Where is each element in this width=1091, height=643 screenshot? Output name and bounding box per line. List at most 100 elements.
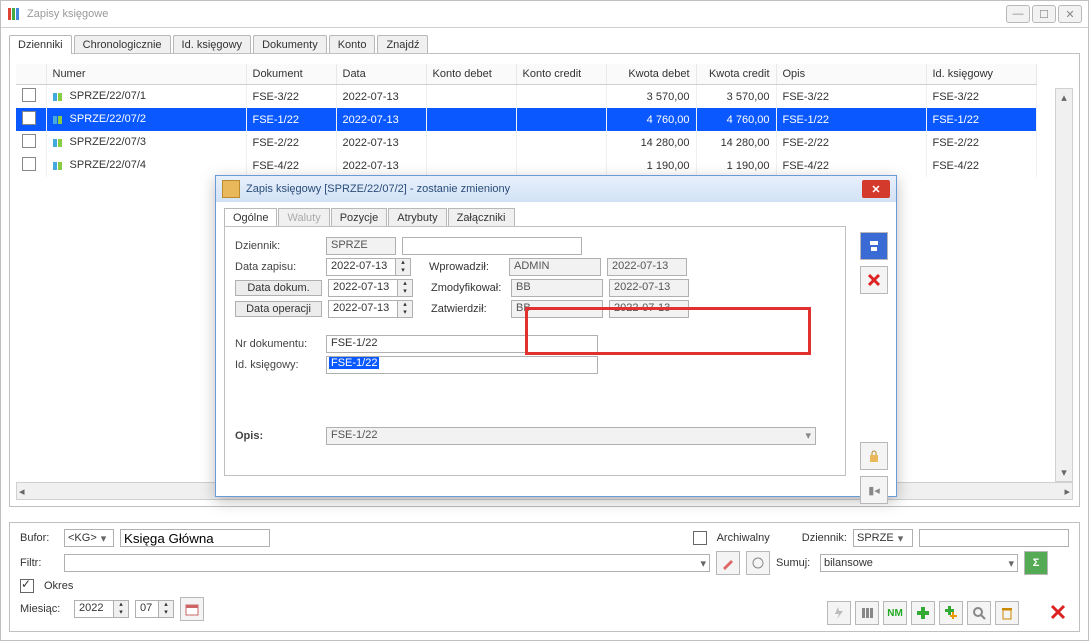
table-row[interactable]: SPRZE/22/07/1FSE-3/222022-07-133 570,003…	[16, 85, 1036, 109]
archiwalny-checkbox[interactable]	[693, 531, 707, 545]
row-checkbox[interactable]	[22, 157, 36, 171]
fld-zatwierdzil: BB	[511, 300, 603, 318]
btn-data-operacji[interactable]: Data operacji	[235, 301, 322, 317]
tab-id-ksiegowy[interactable]: Id. księgowy	[173, 35, 252, 54]
zoom-icon[interactable]	[967, 601, 991, 625]
col-numer[interactable]: Numer	[46, 64, 246, 85]
col-dokument[interactable]: Dokument	[246, 64, 336, 85]
miesiac-label: Miesiąc:	[20, 603, 68, 615]
rok-spinner[interactable]: 2022 ▴▾	[74, 600, 129, 618]
col-opis[interactable]: Opis	[776, 64, 926, 85]
table-row[interactable]: SPRZE/22/07/2FSE-1/222022-07-134 760,004…	[16, 108, 1036, 131]
tab-dokumenty[interactable]: Dokumenty	[253, 35, 327, 54]
scroll-up-icon[interactable]: ▴	[1061, 91, 1067, 104]
spin-data-zapisu[interactable]: 2022-07-13▴▾	[326, 258, 411, 276]
fld-dziennik-extra[interactable]	[402, 237, 582, 255]
dtab-atrybuty[interactable]: Atrybuty	[388, 208, 446, 227]
btn-data-dokum[interactable]: Data dokum.	[235, 280, 322, 296]
toolbar: NM	[827, 601, 1069, 625]
sum-sigma-icon[interactable]: Σ	[1024, 551, 1048, 575]
lab-dziennik: Dziennik:	[235, 240, 320, 252]
lab-wprowadzil: Wprowadził:	[429, 261, 503, 273]
entry-icon	[53, 91, 65, 103]
lightning-icon[interactable]	[827, 601, 851, 625]
fld-nr-dokumentu[interactable]: FSE-1/22	[326, 335, 598, 353]
folder-icon	[222, 180, 240, 198]
mies-spinner[interactable]: 07 ▴▾	[135, 600, 174, 618]
dtab-ogolne[interactable]: Ogólne	[224, 208, 277, 227]
fld-zmodyfikowal: BB	[511, 279, 603, 297]
row-checkbox[interactable]	[22, 111, 36, 125]
window-title: Zapisy księgowe	[27, 8, 108, 20]
dtab-pozycje[interactable]: Pozycje	[331, 208, 388, 227]
app-icon	[7, 7, 21, 21]
dtab-waluty[interactable]: Waluty	[278, 208, 329, 227]
dziennik-select[interactable]: SPRZE▾	[853, 529, 913, 547]
okres-checkbox[interactable]	[20, 579, 34, 593]
fld-zatwierdzil-date: 2022-07-13	[609, 300, 689, 318]
tab-dzienniki[interactable]: Dzienniki	[9, 35, 72, 54]
nm-icon[interactable]: NM	[883, 601, 907, 625]
lab-id-ksiegowy: Id. księgowy:	[235, 359, 320, 371]
filtr-select[interactable]: ▾	[64, 554, 710, 572]
minimize-icon[interactable]: ―	[1006, 5, 1030, 23]
filter-edit-icon[interactable]	[716, 551, 740, 575]
tab-znajdz[interactable]: Znajdź	[377, 35, 428, 54]
dialog-lock-icon[interactable]	[860, 442, 888, 470]
dialog-content: Ogólne Waluty Pozycje Atrybuty Załącznik…	[216, 202, 896, 496]
col-kwota-credit[interactable]: Kwota credit	[696, 64, 776, 85]
col-kwota-debet[interactable]: Kwota debet	[606, 64, 696, 85]
fld-opis[interactable]: FSE-1/22▾	[326, 427, 816, 445]
col-konto-debet[interactable]: Konto debet	[426, 64, 516, 85]
close-bottom-icon[interactable]	[1047, 601, 1069, 623]
scroll-left-icon[interactable]: ◂	[19, 485, 25, 498]
dialog-close-icon[interactable]: ✕	[862, 180, 890, 198]
maximize-icon[interactable]: ☐	[1032, 5, 1056, 23]
dialog-nav-icon[interactable]: ▮◂	[860, 476, 888, 504]
fld-id-ksiegowy[interactable]: FSE-1/22	[326, 356, 598, 374]
lab-zmodyfikowal: Zmodyfikował:	[431, 282, 505, 294]
add-multi-icon[interactable]	[939, 601, 963, 625]
col-konto-credit[interactable]: Konto credit	[516, 64, 606, 85]
dziennik-desc-input[interactable]	[919, 529, 1069, 547]
table-row[interactable]: SPRZE/22/07/4FSE-4/222022-07-131 190,001…	[16, 154, 1036, 177]
dialog-titlebar[interactable]: Zapis księgowy [SPRZE/22/07/2] - zostani…	[216, 176, 896, 202]
fld-dziennik[interactable]: SPRZE	[326, 237, 396, 255]
dziennik-label: Dziennik:	[802, 532, 847, 544]
archiwalny-label: Archiwalny	[717, 532, 770, 544]
dialog-cancel-icon[interactable]	[860, 266, 888, 294]
main-window: Zapisy księgowe ― ☐ ✕ Dzienniki Chronolo…	[0, 0, 1089, 641]
bufor-select[interactable]: <KG>▾	[64, 529, 114, 547]
lab-zatwierdzil: Zatwierdził:	[431, 303, 505, 315]
lab-nr-dokumentu: Nr dokumentu:	[235, 338, 320, 350]
sumuj-label: Sumuj:	[776, 557, 814, 569]
calendar-icon[interactable]	[180, 597, 204, 621]
add-icon[interactable]	[911, 601, 935, 625]
main-tabrow: Dzienniki Chronologicznie Id. księgowy D…	[9, 35, 1080, 54]
okres-label: Okres	[44, 580, 73, 592]
fld-wprowadzil-date: 2022-07-13	[607, 258, 687, 276]
scroll-right-icon[interactable]: ▸	[1064, 485, 1070, 498]
close-icon[interactable]: ✕	[1058, 5, 1082, 23]
entry-icon	[53, 114, 65, 126]
bottom-panel: Bufor: <KG>▾ Archiwalny Dziennik: SPRZE▾…	[9, 522, 1080, 632]
entry-icon	[53, 160, 65, 172]
spin-data-operacji[interactable]: 2022-07-13▴▾	[328, 300, 413, 318]
tab-konto[interactable]: Konto	[329, 35, 376, 54]
bufor-desc-input[interactable]	[120, 529, 270, 547]
dialog-save-icon[interactable]	[860, 232, 888, 260]
spin-data-dokum[interactable]: 2022-07-13▴▾	[328, 279, 413, 297]
table-row[interactable]: SPRZE/22/07/3FSE-2/222022-07-1314 280,00…	[16, 131, 1036, 154]
col-id-ksiegowy[interactable]: Id. księgowy	[926, 64, 1036, 85]
row-checkbox[interactable]	[22, 88, 36, 102]
tab-chronologicznie[interactable]: Chronologicznie	[74, 35, 171, 54]
dtab-zalaczniki[interactable]: Załączniki	[448, 208, 515, 227]
trash-icon[interactable]	[995, 601, 1019, 625]
columns-icon[interactable]	[855, 601, 879, 625]
grid-vscrollbar[interactable]: ▴ ▾	[1055, 88, 1073, 482]
scroll-down-icon[interactable]: ▾	[1061, 466, 1067, 479]
row-checkbox[interactable]	[22, 134, 36, 148]
sumuj-select[interactable]: bilansowe▾	[820, 554, 1018, 572]
filter-tool-icon[interactable]	[746, 551, 770, 575]
col-data[interactable]: Data	[336, 64, 426, 85]
